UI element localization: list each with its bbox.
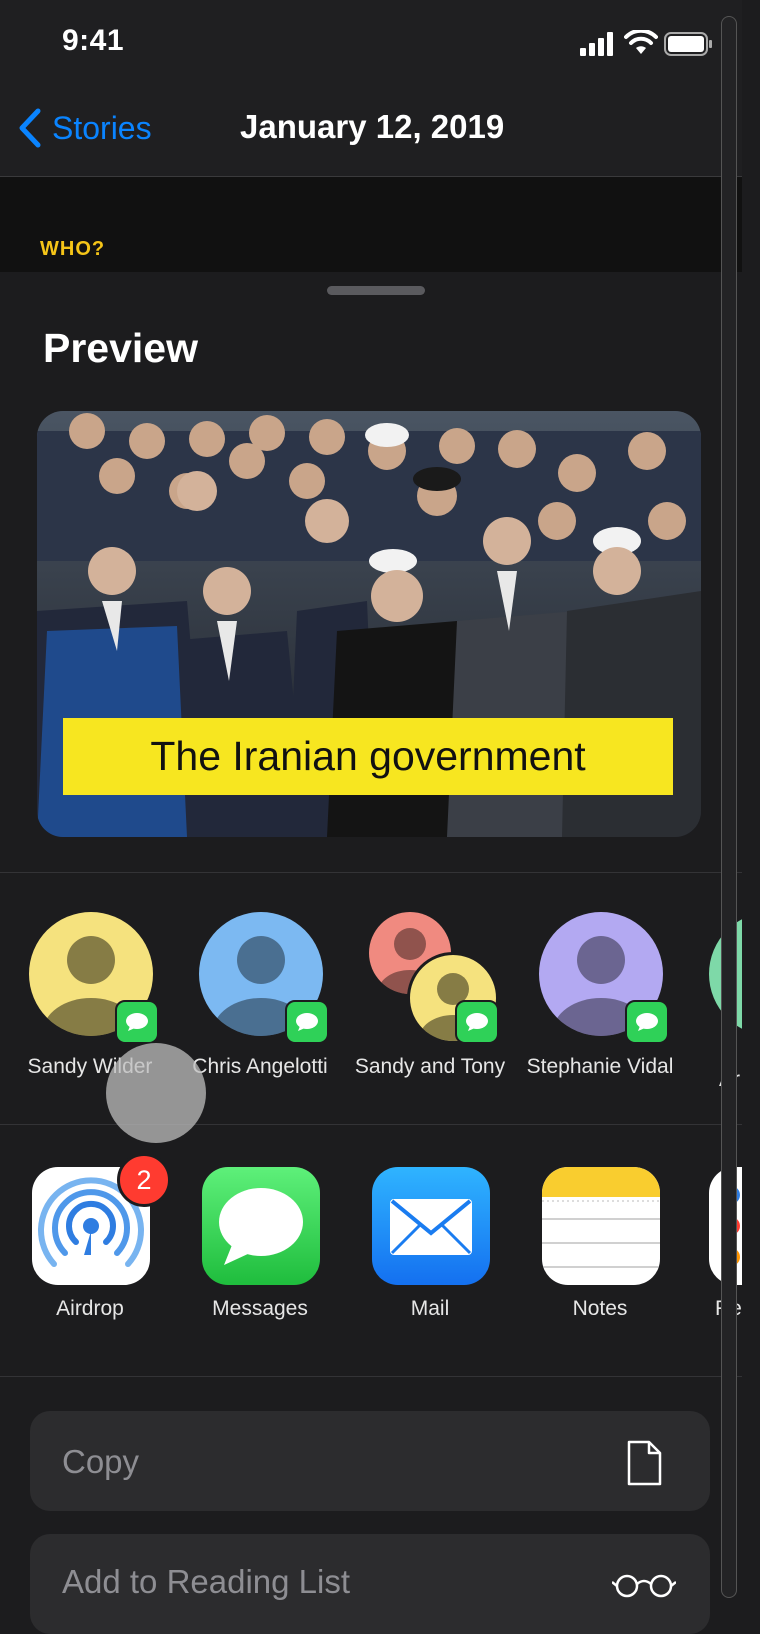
app-label: Mail: [410, 1297, 450, 1320]
message-badge-icon: [115, 1000, 159, 1044]
app-mail[interactable]: Mail: [345, 1167, 515, 1327]
app-label: Messages: [212, 1297, 308, 1320]
app-label: Airdrop: [56, 1297, 124, 1320]
app-label: Notes: [572, 1297, 628, 1320]
preview-caption: The Iranian government: [63, 718, 673, 795]
divider: [0, 1124, 742, 1125]
section-label: WHO?: [40, 238, 106, 260]
contact-stephanie-vidal[interactable]: Stephanie Vidal: [515, 912, 685, 1102]
glasses-icon: [611, 1572, 677, 1598]
status-time: 9:41: [62, 24, 125, 57]
content-band: [0, 177, 742, 272]
divider: [0, 1376, 742, 1377]
messages-icon: [202, 1167, 320, 1285]
touch-indicator: [106, 1043, 206, 1143]
divider: [0, 872, 742, 873]
wifi-icon: [624, 28, 658, 56]
message-badge-icon: [285, 1000, 329, 1044]
sheet-grabber[interactable]: [327, 286, 425, 295]
app-notes[interactable]: Notes: [515, 1167, 685, 1327]
page-title: January 12, 2019: [240, 108, 505, 145]
notes-icon: [542, 1167, 660, 1285]
notification-badge: 2: [117, 1153, 171, 1207]
cellular-signal-icon: [580, 32, 616, 56]
app-messages[interactable]: Messages: [175, 1167, 345, 1327]
contact-sandy-and-tony[interactable]: Sandy and Tony: [345, 912, 515, 1102]
message-badge-icon: [625, 1000, 669, 1044]
mail-icon: [372, 1167, 490, 1285]
back-button[interactable]: Stories: [18, 108, 152, 148]
chevron-left-icon: [19, 108, 41, 148]
document-icon: [626, 1440, 662, 1486]
copy-label: Copy: [62, 1443, 140, 1480]
battery-icon: [664, 32, 714, 56]
scrollbar[interactable]: [721, 16, 737, 1598]
message-badge-icon: [455, 1000, 499, 1044]
preview-title: Preview: [43, 325, 198, 371]
reading-list-label: Add to Reading List: [62, 1563, 351, 1600]
contact-name: Sandy and Tony: [354, 1055, 506, 1078]
back-label: Stories: [52, 109, 152, 146]
contact-name: Stephanie Vidal: [526, 1055, 674, 1078]
